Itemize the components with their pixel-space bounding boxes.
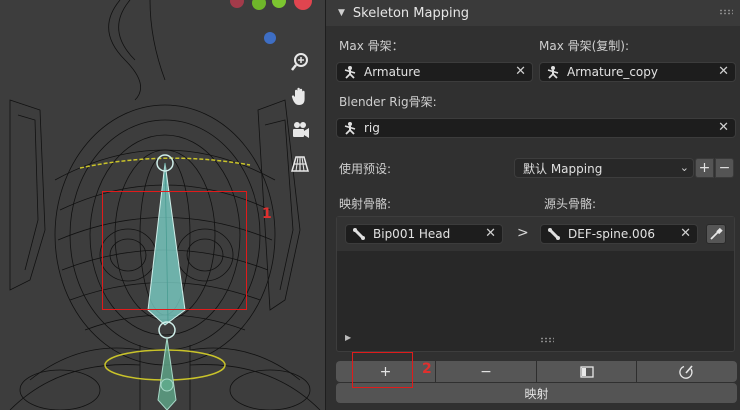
map-bone-label: 映射骨骼:	[339, 197, 392, 211]
clear-x-icon[interactable]: ✕	[515, 64, 526, 79]
brush-icon	[679, 364, 693, 379]
grid-icon[interactable]	[286, 150, 314, 178]
clear-x-icon[interactable]: ✕	[718, 120, 729, 135]
panel-layout-icon	[579, 365, 594, 378]
drag-grip-icon[interactable]	[719, 9, 733, 15]
source-bone-value: DEF-spine.006	[568, 227, 655, 241]
panel-header[interactable]: ▼ Skeleton Mapping	[326, 0, 740, 26]
annotation-number-2: 2	[422, 361, 432, 377]
clear-x-icon[interactable]: ✕	[680, 226, 691, 241]
max-copy-value: Armature_copy	[567, 65, 658, 79]
clear-x-icon[interactable]: ✕	[718, 64, 729, 79]
max-armature-label: Max 骨架：	[339, 39, 404, 53]
max-armature-value: Armature	[364, 65, 421, 79]
preset-value: 默认 Mapping	[523, 161, 603, 176]
bone-mapping-list[interactable]: Bip001 Head ✕ > DEF-spine.006 ✕ ▶	[336, 216, 735, 352]
max-copy-label: Max 骨架(复制):	[539, 39, 630, 53]
hand-pan-icon[interactable]	[286, 82, 314, 110]
remove-preset-button[interactable]: −	[715, 158, 734, 178]
expand-triangle-icon[interactable]: ▶	[345, 333, 351, 342]
gizmo-blue-dot[interactable]	[264, 32, 276, 44]
annotation-number-1: 1	[262, 206, 272, 222]
armature-icon	[342, 120, 358, 136]
chevron-down-icon: ⌄	[679, 161, 689, 174]
clear-x-icon[interactable]: ✕	[485, 226, 496, 241]
target-bone-value: Bip001 Head	[373, 227, 451, 241]
remove-mapping-button[interactable]: −	[436, 361, 537, 382]
bone-icon	[546, 226, 562, 242]
source-bone-field[interactable]: DEF-spine.006 ✕	[540, 224, 698, 244]
collapse-triangle-icon[interactable]: ▼	[338, 8, 345, 18]
blender-rig-label: Blender Rig骨架:	[339, 95, 437, 109]
mapping-row[interactable]: Bip001 Head ✕ > DEF-spine.006 ✕	[337, 217, 734, 251]
armature-icon	[545, 64, 561, 80]
bone-tail-joint[interactable]	[158, 321, 176, 339]
source-bone-label: 源头骨骼:	[544, 197, 597, 211]
annotation-box-1	[102, 191, 247, 310]
list-resize-grip-icon[interactable]	[540, 337, 554, 343]
blender-rig-value: rig	[364, 121, 380, 135]
annotation-box-2	[352, 352, 413, 388]
eyedropper-button[interactable]	[706, 224, 726, 244]
add-preset-button[interactable]: +	[695, 158, 714, 178]
armature-icon	[342, 64, 358, 80]
panel-title: Skeleton Mapping	[352, 5, 470, 21]
mapping-arrow: >	[517, 225, 529, 241]
3d-viewport[interactable]: 1	[0, 0, 325, 410]
sidebar-toggle-button[interactable]	[537, 361, 637, 382]
max-copy-field[interactable]: Armature_copy ✕	[539, 62, 736, 82]
zoom-icon[interactable]	[286, 48, 314, 76]
skeleton-mapping-panel: ▼ Skeleton Mapping Max 骨架： Max 骨架(复制): A…	[325, 0, 740, 410]
camera-icon[interactable]	[286, 116, 314, 144]
max-armature-field[interactable]: Armature ✕	[336, 62, 533, 82]
bone-icon	[351, 226, 367, 242]
eyedropper-icon	[710, 227, 723, 240]
preset-label: 使用预设:	[339, 162, 392, 176]
preset-dropdown[interactable]: 默认 Mapping ⌄	[514, 158, 694, 178]
target-bone-field[interactable]: Bip001 Head ✕	[345, 224, 503, 244]
clear-mapping-button[interactable]	[637, 361, 737, 382]
blender-rig-field[interactable]: rig ✕	[336, 118, 736, 138]
